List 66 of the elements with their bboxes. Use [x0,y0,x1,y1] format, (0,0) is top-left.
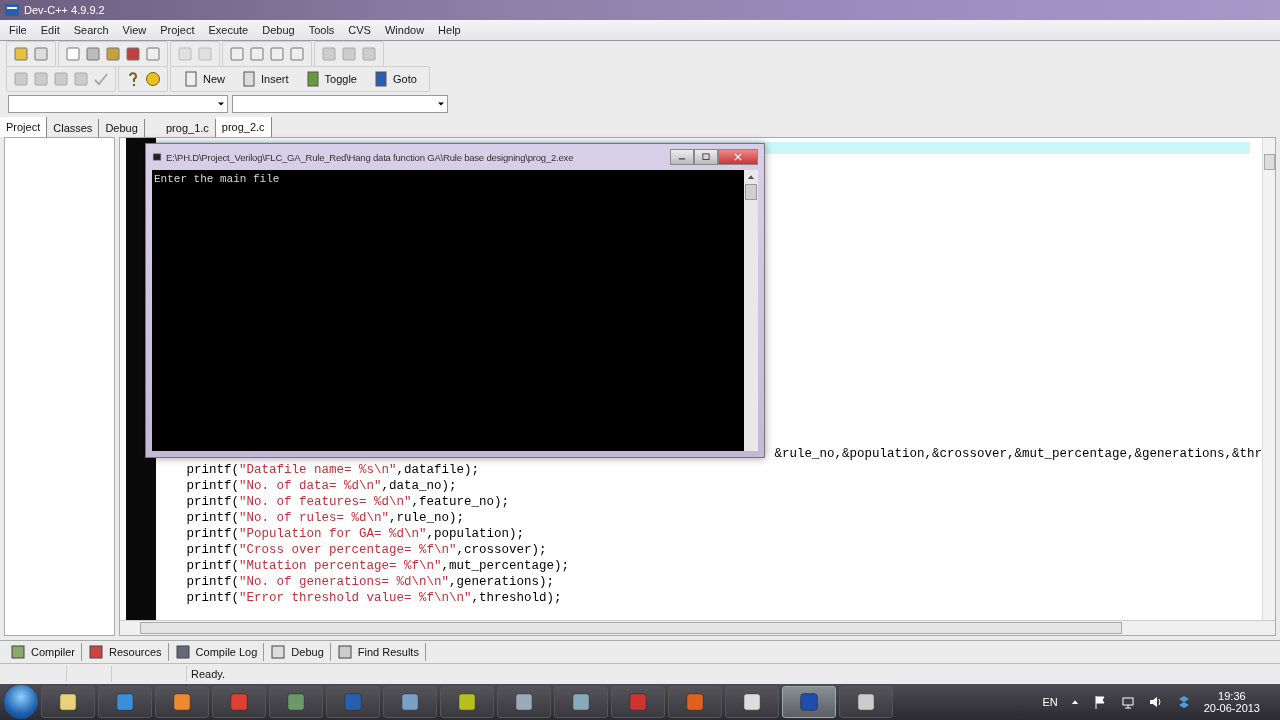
member-dropdown[interactable] [232,95,448,113]
console-icon [152,152,162,162]
code-line: printf("No. of rules= %d\n",rule_no); [185,510,465,526]
scroll-thumb[interactable] [745,184,757,200]
close-icon [733,152,743,162]
start-button[interactable] [4,685,38,719]
toolbar-button[interactable]: Insert [235,68,295,89]
code-line: printf("Population for GA= %d\n",population); [185,526,525,542]
minimize-button[interactable] [670,149,694,165]
horizontal-scrollbar[interactable] [120,620,1275,635]
output-tab[interactable]: Compile Log [168,643,265,661]
menu-item[interactable]: Edit [33,24,67,36]
code-line: printf("Mutation percentage= %f\n",mut_percentage); [185,558,570,574]
menu-item[interactable]: Window [377,24,432,36]
output-tab[interactable]: Debug [264,643,331,661]
file-tab[interactable]: prog_2.c [215,117,272,137]
menu-item[interactable]: Search [66,24,116,36]
vertical-scrollbar[interactable] [1262,138,1275,620]
taskbar-button[interactable] [725,686,779,718]
close-button[interactable] [718,149,758,165]
panel-tab[interactable]: Project [0,117,48,137]
console-output: Enter the main file [153,172,281,187]
taskbar-button[interactable] [41,686,95,718]
taskbar-button[interactable] [383,686,437,718]
taskbar-button[interactable] [554,686,608,718]
taskbar-button[interactable] [497,686,551,718]
toolbar-button[interactable]: New [177,68,231,89]
taskbar-button[interactable] [839,686,893,718]
taskbar-button[interactable] [269,686,323,718]
console-scrollbar[interactable] [744,170,758,451]
code-line: &rule_no,&population,&crossover,&mut_percentage,&generations,&thr [773,446,1262,462]
menu-item[interactable]: Help [431,24,468,36]
speaker-icon[interactable] [1147,694,1164,710]
console-title: E:\PH.D\Project_Verilog\FLC_GA_Rule_Red\Hang data function GA\Rule base designing\prog_2.exe [166,151,574,163]
clock-date: 20-06-2013 [1203,702,1260,714]
window-title: Dev-C++ 4.9.9.2 [24,4,105,16]
output-tab[interactable]: Find Results [330,643,426,661]
status-text: Ready. [190,668,226,680]
output-tab[interactable]: Resources [82,643,169,661]
menu-item[interactable]: CVS [341,24,378,36]
code-line: printf("No. of data= %d\n",data_no); [185,478,458,494]
maximize-button[interactable] [694,149,718,165]
menu-item[interactable]: Tools [301,24,342,36]
network-icon[interactable] [1119,694,1136,710]
maximize-icon [701,152,711,162]
taskbar-button[interactable] [440,686,494,718]
class-dropdown[interactable] [8,95,228,113]
menu-item[interactable]: Project [153,24,202,36]
code-line: printf("No. of features= %d\n",feature_no); [185,494,510,510]
toolbar-button[interactable]: Toggle [298,68,363,89]
menu-item[interactable]: File [2,24,34,36]
clock-time: 19:36 [1218,690,1246,702]
taskbar-button[interactable] [782,686,836,718]
code-line: printf("Cross over percentage= %f\n",crossover); [185,542,548,558]
app-icon [4,2,20,18]
code-line: printf("Error threshold value= %f\n\n",threshold); [185,590,563,606]
smiley-icon[interactable] [145,70,161,87]
output-tab[interactable]: Compiler [4,643,82,661]
code-line: printf("Datafile name= %s\n",datafile); [185,462,480,478]
code-line: printf("No. of generations= %d\n\n",generations); [185,574,555,590]
menu-item[interactable]: Debug [255,24,302,36]
menu-item[interactable]: View [115,24,154,36]
toolbar-button[interactable]: Goto [366,68,423,89]
language-indicator[interactable]: EN [1042,696,1058,708]
menu-item[interactable]: Execute [201,24,256,36]
taskbar-button[interactable] [155,686,209,718]
